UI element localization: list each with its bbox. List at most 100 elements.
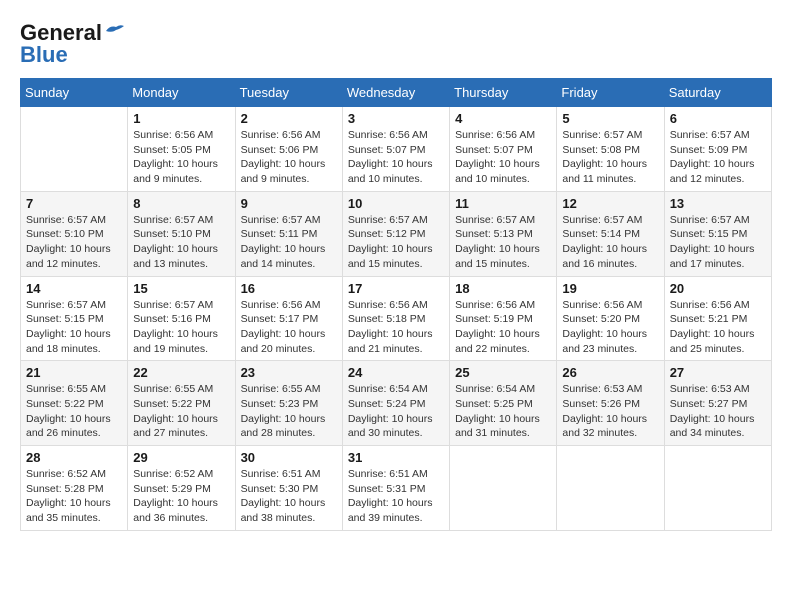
day-number: 30 xyxy=(241,450,337,465)
calendar-week-row: 21 Sunrise: 6:55 AM Sunset: 5:22 PM Dayli… xyxy=(21,361,772,446)
calendar-cell: 25 Sunrise: 6:54 AM Sunset: 5:25 PM Dayli… xyxy=(450,361,557,446)
day-number: 1 xyxy=(133,111,229,126)
day-number: 14 xyxy=(26,281,122,296)
calendar-cell: 26 Sunrise: 6:53 AM Sunset: 5:26 PM Dayli… xyxy=(557,361,664,446)
day-number: 9 xyxy=(241,196,337,211)
calendar-cell xyxy=(557,446,664,531)
day-info: Sunrise: 6:57 AM Sunset: 5:10 PM Dayligh… xyxy=(133,213,229,272)
day-info: Sunrise: 6:53 AM Sunset: 5:26 PM Dayligh… xyxy=(562,382,658,441)
day-number: 21 xyxy=(26,365,122,380)
day-info: Sunrise: 6:57 AM Sunset: 5:13 PM Dayligh… xyxy=(455,213,551,272)
day-info: Sunrise: 6:54 AM Sunset: 5:25 PM Dayligh… xyxy=(455,382,551,441)
day-number: 3 xyxy=(348,111,444,126)
day-info: Sunrise: 6:56 AM Sunset: 5:17 PM Dayligh… xyxy=(241,298,337,357)
day-info: Sunrise: 6:51 AM Sunset: 5:30 PM Dayligh… xyxy=(241,467,337,526)
day-number: 25 xyxy=(455,365,551,380)
day-info: Sunrise: 6:55 AM Sunset: 5:23 PM Dayligh… xyxy=(241,382,337,441)
day-info: Sunrise: 6:56 AM Sunset: 5:06 PM Dayligh… xyxy=(241,128,337,187)
calendar-cell: 23Sunrise: 6:55 AM Sunset: 5:23 PM Dayli… xyxy=(235,361,342,446)
calendar-week-row: 7 Sunrise: 6:57 AM Sunset: 5:10 PM Daylig… xyxy=(21,191,772,276)
calendar-cell: 19 Sunrise: 6:56 AM Sunset: 5:20 PM Dayli… xyxy=(557,276,664,361)
day-info: Sunrise: 6:57 AM Sunset: 5:15 PM Dayligh… xyxy=(26,298,122,357)
day-number: 17 xyxy=(348,281,444,296)
calendar-cell: 17 Sunrise: 6:56 AM Sunset: 5:18 PM Dayli… xyxy=(342,276,449,361)
day-number: 8 xyxy=(133,196,229,211)
day-info: Sunrise: 6:57 AM Sunset: 5:14 PM Dayligh… xyxy=(562,213,658,272)
calendar-cell: 31Sunrise: 6:51 AM Sunset: 5:31 PM Dayli… xyxy=(342,446,449,531)
calendar-cell: 9 Sunrise: 6:57 AM Sunset: 5:11 PM Daylig… xyxy=(235,191,342,276)
calendar-cell: 2 Sunrise: 6:56 AM Sunset: 5:06 PM Daylig… xyxy=(235,107,342,192)
calendar-cell: 16 Sunrise: 6:56 AM Sunset: 5:17 PM Dayli… xyxy=(235,276,342,361)
day-info: Sunrise: 6:57 AM Sunset: 5:15 PM Dayligh… xyxy=(670,213,766,272)
day-info: Sunrise: 6:57 AM Sunset: 5:10 PM Dayligh… xyxy=(26,213,122,272)
calendar-cell: 12 Sunrise: 6:57 AM Sunset: 5:14 PM Dayli… xyxy=(557,191,664,276)
logo-blue-text: Blue xyxy=(20,42,68,68)
day-info: Sunrise: 6:56 AM Sunset: 5:20 PM Dayligh… xyxy=(562,298,658,357)
weekday-header-sunday: Sunday xyxy=(21,79,128,107)
calendar-cell: 20 Sunrise: 6:56 AM Sunset: 5:21 PM Dayli… xyxy=(664,276,771,361)
calendar-table: SundayMondayTuesdayWednesdayThursdayFrid… xyxy=(20,78,772,531)
day-number: 28 xyxy=(26,450,122,465)
calendar-cell: 27 Sunrise: 6:53 AM Sunset: 5:27 PM Dayli… xyxy=(664,361,771,446)
day-info: Sunrise: 6:56 AM Sunset: 5:05 PM Dayligh… xyxy=(133,128,229,187)
calendar-cell: 15Sunrise: 6:57 AM Sunset: 5:16 PM Dayli… xyxy=(128,276,235,361)
day-number: 11 xyxy=(455,196,551,211)
day-number: 15 xyxy=(133,281,229,296)
day-number: 22 xyxy=(133,365,229,380)
day-info: Sunrise: 6:57 AM Sunset: 5:11 PM Dayligh… xyxy=(241,213,337,272)
calendar-week-row: 1 Sunrise: 6:56 AM Sunset: 5:05 PM Daylig… xyxy=(21,107,772,192)
calendar-cell: 5 Sunrise: 6:57 AM Sunset: 5:08 PM Daylig… xyxy=(557,107,664,192)
day-number: 4 xyxy=(455,111,551,126)
weekday-header-thursday: Thursday xyxy=(450,79,557,107)
day-number: 24 xyxy=(348,365,444,380)
weekday-header-wednesday: Wednesday xyxy=(342,79,449,107)
calendar-cell: 10Sunrise: 6:57 AM Sunset: 5:12 PM Dayli… xyxy=(342,191,449,276)
calendar-cell xyxy=(450,446,557,531)
day-number: 20 xyxy=(670,281,766,296)
day-number: 13 xyxy=(670,196,766,211)
day-info: Sunrise: 6:57 AM Sunset: 5:08 PM Dayligh… xyxy=(562,128,658,187)
day-number: 6 xyxy=(670,111,766,126)
weekday-header-monday: Monday xyxy=(128,79,235,107)
calendar-cell: 4 Sunrise: 6:56 AM Sunset: 5:07 PM Daylig… xyxy=(450,107,557,192)
day-info: Sunrise: 6:56 AM Sunset: 5:18 PM Dayligh… xyxy=(348,298,444,357)
day-info: Sunrise: 6:51 AM Sunset: 5:31 PM Dayligh… xyxy=(348,467,444,526)
calendar-cell: 6 Sunrise: 6:57 AM Sunset: 5:09 PM Daylig… xyxy=(664,107,771,192)
calendar-week-row: 28 Sunrise: 6:52 AM Sunset: 5:28 PM Dayli… xyxy=(21,446,772,531)
day-info: Sunrise: 6:56 AM Sunset: 5:21 PM Dayligh… xyxy=(670,298,766,357)
day-number: 12 xyxy=(562,196,658,211)
logo: General Blue xyxy=(20,20,126,68)
calendar-cell: 28 Sunrise: 6:52 AM Sunset: 5:28 PM Dayli… xyxy=(21,446,128,531)
day-info: Sunrise: 6:57 AM Sunset: 5:12 PM Dayligh… xyxy=(348,213,444,272)
calendar-cell xyxy=(21,107,128,192)
day-number: 7 xyxy=(26,196,122,211)
weekday-header-row: SundayMondayTuesdayWednesdayThursdayFrid… xyxy=(21,79,772,107)
day-info: Sunrise: 6:56 AM Sunset: 5:07 PM Dayligh… xyxy=(348,128,444,187)
calendar-cell: 24 Sunrise: 6:54 AM Sunset: 5:24 PM Dayli… xyxy=(342,361,449,446)
day-info: Sunrise: 6:52 AM Sunset: 5:28 PM Dayligh… xyxy=(26,467,122,526)
calendar-cell: 18Sunrise: 6:56 AM Sunset: 5:19 PM Dayli… xyxy=(450,276,557,361)
day-info: Sunrise: 6:53 AM Sunset: 5:27 PM Dayligh… xyxy=(670,382,766,441)
calendar-cell: 7 Sunrise: 6:57 AM Sunset: 5:10 PM Daylig… xyxy=(21,191,128,276)
day-info: Sunrise: 6:56 AM Sunset: 5:07 PM Dayligh… xyxy=(455,128,551,187)
weekday-header-saturday: Saturday xyxy=(664,79,771,107)
calendar-cell: 1 Sunrise: 6:56 AM Sunset: 5:05 PM Daylig… xyxy=(128,107,235,192)
day-info: Sunrise: 6:57 AM Sunset: 5:09 PM Dayligh… xyxy=(670,128,766,187)
calendar-cell: 13 Sunrise: 6:57 AM Sunset: 5:15 PM Dayli… xyxy=(664,191,771,276)
page-header: General Blue xyxy=(20,20,772,68)
day-number: 26 xyxy=(562,365,658,380)
day-info: Sunrise: 6:56 AM Sunset: 5:19 PM Dayligh… xyxy=(455,298,551,357)
day-number: 19 xyxy=(562,281,658,296)
day-number: 27 xyxy=(670,365,766,380)
calendar-cell: 30 Sunrise: 6:51 AM Sunset: 5:30 PM Dayli… xyxy=(235,446,342,531)
day-number: 16 xyxy=(241,281,337,296)
day-number: 2 xyxy=(241,111,337,126)
day-info: Sunrise: 6:55 AM Sunset: 5:22 PM Dayligh… xyxy=(26,382,122,441)
calendar-week-row: 14 Sunrise: 6:57 AM Sunset: 5:15 PM Dayli… xyxy=(21,276,772,361)
day-info: Sunrise: 6:54 AM Sunset: 5:24 PM Dayligh… xyxy=(348,382,444,441)
day-info: Sunrise: 6:52 AM Sunset: 5:29 PM Dayligh… xyxy=(133,467,229,526)
weekday-header-friday: Friday xyxy=(557,79,664,107)
calendar-cell: 14 Sunrise: 6:57 AM Sunset: 5:15 PM Dayli… xyxy=(21,276,128,361)
calendar-cell: 21 Sunrise: 6:55 AM Sunset: 5:22 PM Dayli… xyxy=(21,361,128,446)
day-number: 5 xyxy=(562,111,658,126)
